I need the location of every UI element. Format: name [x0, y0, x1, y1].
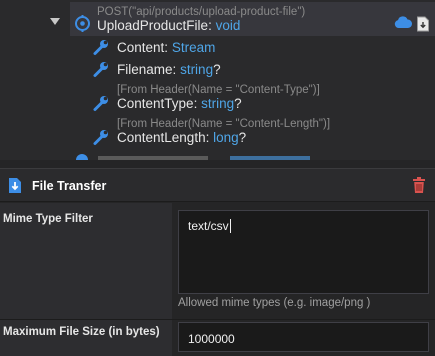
mime-filter-label: Mime Type Filter — [3, 213, 93, 225]
max-size-label: Maximum File Size (in bytes) — [3, 326, 160, 338]
wrench-icon — [93, 62, 108, 77]
file-transfer-icon — [9, 178, 21, 193]
param-name: Filename — [117, 62, 173, 77]
operation-name: UploadProductFile — [97, 18, 209, 33]
operation-label[interactable]: UploadProductFile: void — [97, 18, 240, 33]
operation-colon: : — [208, 18, 212, 33]
param-nullable: ? — [238, 130, 247, 145]
trash-icon[interactable] — [412, 177, 426, 194]
operation-icon — [75, 15, 90, 32]
param-annotation: [From Header(Name = "Content-Type")] — [117, 84, 320, 96]
wrench-icon — [93, 96, 108, 111]
param-row-content[interactable]: Content: Stream — [117, 40, 215, 55]
next-tree-row-clipped — [76, 154, 310, 160]
collapse-arrow-icon[interactable] — [50, 18, 60, 25]
param-row-contentlength[interactable]: ContentLength: long? — [117, 130, 246, 145]
param-row-contenttype[interactable]: ContentType: string? — [117, 96, 242, 111]
param-type: string — [201, 96, 235, 111]
param-name: ContentType — [117, 96, 194, 111]
model-tree: POST("api/products/upload-product-file")… — [0, 0, 435, 160]
mime-filter-value: text/csv — [188, 219, 229, 233]
max-size-value: 1000000 — [188, 332, 235, 346]
mime-filter-textarea[interactable]: text/csv — [178, 210, 429, 294]
wrench-icon — [93, 130, 108, 145]
param-row-filename[interactable]: Filename: string? — [117, 62, 221, 77]
file-transfer-header: File Transfer — [0, 168, 435, 202]
param-name: Content — [117, 40, 165, 55]
param-name: ContentLength — [117, 130, 206, 145]
wrench-icon — [93, 40, 108, 55]
cloud-icon — [394, 16, 412, 28]
param-annotation: [From Header(Name = "Content-Length")] — [117, 118, 331, 130]
param-type: Stream — [171, 40, 216, 55]
param-nullable: ? — [213, 62, 221, 77]
max-size-input[interactable]: 1000000 — [178, 322, 429, 352]
section-title: File Transfer — [32, 179, 107, 193]
param-type: string — [180, 62, 214, 77]
document-icon — [417, 16, 429, 32]
mime-filter-help: Allowed mime types (e.g. image/png ) — [178, 297, 371, 309]
operation-annotation: POST("api/products/upload-product-file") — [97, 6, 306, 18]
param-nullable: ? — [234, 96, 242, 111]
param-type: long — [213, 130, 239, 145]
operation-return-type: void — [215, 18, 241, 33]
text-caret — [229, 219, 231, 233]
